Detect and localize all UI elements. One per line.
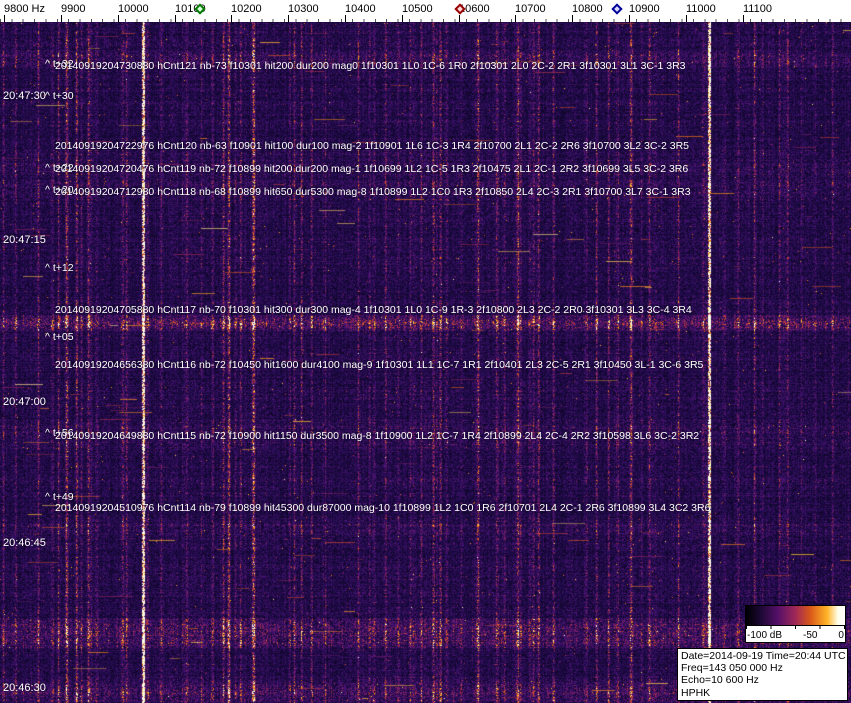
legend-label-max: 0 (838, 630, 844, 641)
intensity-gradient-bar (745, 605, 846, 626)
intensity-legend: -100 dB -50 0 (745, 605, 846, 643)
info-frequency: Freq=143 050 000 Hz (681, 662, 783, 675)
time-label: 20:47:00 (3, 396, 46, 408)
time-label: 20:46:45 (3, 537, 46, 549)
event-line: 20140919204656380 hCnt116 nb-72 f10450 h… (55, 359, 704, 371)
event-marker: ^ t+05 (45, 331, 74, 343)
time-label: 20:47:15 (3, 234, 46, 246)
spectrogram-window: 9800 Hz 9900 10000 10100 10200 10300 10400 1050… (0, 0, 851, 703)
info-date-time: Date=2014-09-19 Time=20:44 UTC (681, 650, 846, 662)
event-line: 20140919204730880 hCnt121 nb-73 f10301 h… (55, 60, 686, 72)
info-echo-frequency: Echo=10 600 Hz (681, 674, 759, 687)
legend-label-mid: -50 (803, 630, 818, 641)
event-line: 20140919204510976 hCnt114 nb-79 f10899 h… (55, 502, 711, 514)
intensity-legend-ticks (746, 626, 845, 629)
time-label: 20:46:30 (3, 682, 46, 694)
time-label: 20:47:30 (3, 90, 46, 102)
intensity-legend-scale: -100 dB -50 0 (745, 626, 846, 643)
event-line: 20140919204649880 hCnt115 nb-72 f10900 h… (55, 430, 700, 442)
info-station-id: HPHK (681, 686, 711, 699)
waterfall-overlay: 20:47:30 20:47:15 20:47:00 20:46:45 20:46:30… (0, 0, 851, 703)
event-marker: ^ t+12 (45, 262, 74, 274)
event-line: 20140919204722976 hCnt120 nb-63 f10901 h… (55, 140, 689, 152)
event-line: 20140919204712980 hCnt118 nb-68 f10899 h… (55, 186, 691, 198)
event-marker: ^ t+30 (45, 90, 74, 102)
event-line: 20140919204705880 hCnt117 nb-70 f10301 h… (55, 304, 692, 316)
status-info-box: Date=2014-09-19 Time=20:44 UTC Freq=143 … (677, 648, 848, 701)
event-line: 20140919204720476 hCnt119 nb-72 f10899 h… (55, 163, 689, 175)
legend-label-min: -100 dB (747, 630, 783, 641)
